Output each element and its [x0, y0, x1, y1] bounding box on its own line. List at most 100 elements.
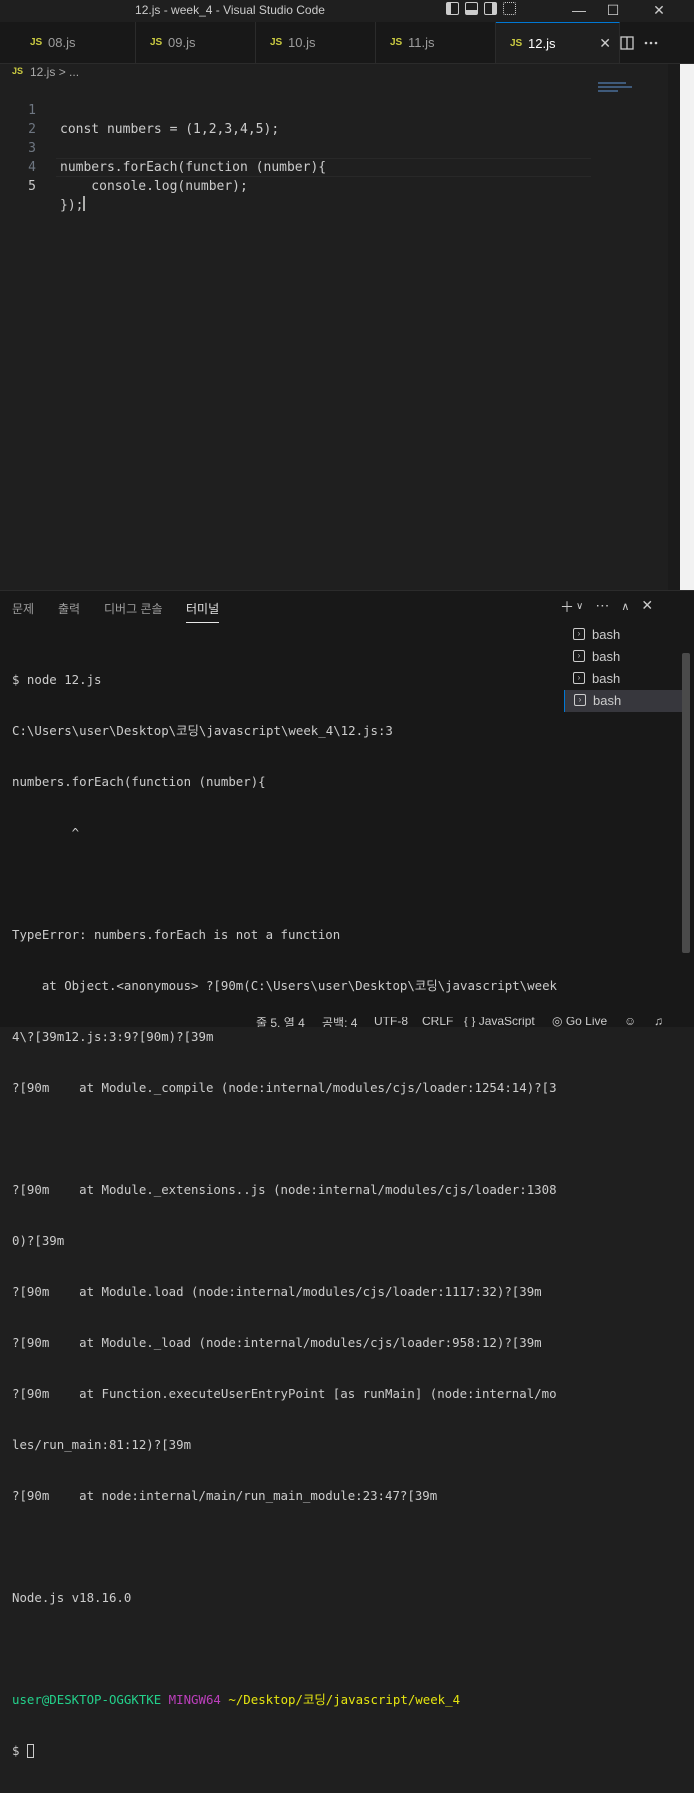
terminal-item-label: bash: [592, 671, 621, 686]
bottom-panel: 문제 출력 디버그 콘솔 터미널 ＋ ∨ ⋯ ∧ ✕ $ node 12.js …: [0, 590, 694, 1758]
braces-icon: { }: [464, 1017, 476, 1027]
terminal-icon: ›: [573, 628, 585, 640]
javascript-file-icon: JS: [510, 38, 523, 49]
go-live-button[interactable]: ◎ Go Live: [552, 1017, 607, 1027]
cursor-position[interactable]: 줄 5, 열 4: [256, 1017, 305, 1027]
terminal-item[interactable]: › bash: [564, 690, 682, 712]
code-line-text: console.log(number);: [60, 179, 248, 194]
broadcast-icon: ◎: [552, 1017, 563, 1027]
terminal-input-line[interactable]: $: [12, 1742, 557, 1759]
terminal-line: ?[90m at Module._load (node:internal/mod…: [12, 1335, 542, 1350]
prompt-symbol: $: [12, 1743, 20, 1758]
terminal-line: les/run_main:81:12)?[39m: [12, 1437, 192, 1452]
code-line-text: });: [60, 196, 86, 215]
prompt-path: ~/Desktop/코딩/javascript/week_4: [228, 1692, 461, 1707]
terminal-line: 4\?[39m12.js:3:9?[90m)?[39m: [12, 1029, 214, 1044]
feedback-icon[interactable]: ☺: [624, 1017, 636, 1027]
terminal-item-label: bash: [593, 693, 622, 708]
indentation[interactable]: 공백: 4: [322, 1017, 357, 1027]
terminal-line: at Object.<anonymous> ?[90m(C:\Users\use…: [12, 978, 557, 993]
terminal-line: ?[90m at Module._compile (node:internal/…: [12, 1080, 557, 1095]
code-line: 3 numbers.forEach(function (number){: [0, 120, 600, 175]
background-window-edge: [680, 64, 694, 590]
more-actions-icon[interactable]: [644, 36, 658, 50]
tab-09-js[interactable]: JS 09.js: [136, 22, 256, 63]
breadcrumb: JS 12.js > ...: [0, 64, 680, 82]
language-label: JavaScript: [478, 1017, 535, 1027]
javascript-file-icon: JS: [12, 66, 24, 76]
terminal-line: 0)?[39m: [12, 1233, 65, 1248]
editor-tabs: JS 08.js JS 09.js JS 10.js JS 11.js JS 1…: [0, 22, 694, 64]
title-bar: 12.js - week_4 - Visual Studio Code — ☐ …: [0, 0, 694, 22]
javascript-file-icon: JS: [390, 37, 403, 48]
prompt-user-host: user@DESKTOP-OGGKTKE: [12, 1692, 162, 1707]
code-line: 5 });: [0, 158, 600, 213]
javascript-file-icon: JS: [150, 37, 163, 48]
tab-problems[interactable]: 문제: [12, 600, 34, 617]
toggle-panel-icon[interactable]: [465, 2, 478, 15]
terminal-item-label: bash: [592, 649, 621, 664]
terminal-list: › bash › bash › bash › bash: [564, 624, 682, 712]
terminal-item[interactable]: › bash: [564, 668, 682, 690]
window-title: 12.js - week_4 - Visual Studio Code: [135, 3, 325, 17]
terminal-line: ?[90m at Module.load (node:internal/modu…: [12, 1284, 542, 1299]
tab-10-js[interactable]: JS 10.js: [256, 22, 376, 63]
code-line-text-value: });: [60, 198, 84, 213]
tab-output[interactable]: 출력: [58, 600, 80, 617]
notifications-icon[interactable]: ♫: [654, 1017, 663, 1027]
javascript-file-icon: JS: [270, 37, 283, 48]
close-panel-icon[interactable]: ✕: [641, 597, 653, 617]
terminal-line: C:\Users\user\Desktop\코딩\javascript\week…: [12, 723, 393, 738]
terminal-item[interactable]: › bash: [564, 624, 682, 646]
toggle-primary-sidebar-icon[interactable]: [446, 2, 459, 15]
go-live-label: Go Live: [565, 1017, 608, 1027]
panel-actions: ＋ ∨ ⋯ ∧ ✕: [560, 597, 653, 617]
terminal-cursor: [26, 1744, 34, 1758]
terminal-line: Node.js v18.16.0: [12, 1590, 132, 1605]
new-terminal-icon[interactable]: ＋: [560, 597, 574, 617]
maximize-panel-icon[interactable]: ∧: [621, 597, 629, 617]
code-editor[interactable]: 1 const numbers = (1,2,3,4,5); 2 3 numbe…: [0, 82, 680, 590]
terminal-item-label: bash: [592, 627, 621, 642]
editor-actions: [620, 22, 658, 63]
maximize-button[interactable]: ☐: [590, 0, 636, 22]
chevron-down-icon[interactable]: ∨: [576, 597, 583, 617]
tab-label: 12.js: [528, 36, 556, 51]
text-cursor: [83, 196, 86, 211]
prompt-system: MINGW64: [168, 1692, 221, 1707]
split-editor-icon[interactable]: [620, 35, 634, 50]
breadcrumb-file-label: 12.js: [30, 65, 56, 79]
close-tab-icon[interactable]: ✕: [599, 23, 611, 64]
tab-label: 09.js: [168, 35, 196, 50]
terminal-prompt: user@DESKTOP-OGGKTKE MINGW64 ~/Desktop/코…: [12, 1691, 557, 1708]
editor-scrollbar[interactable]: [668, 64, 680, 590]
customize-layout-icon[interactable]: [503, 2, 516, 15]
code-line: 1 const numbers = (1,2,3,4,5);: [0, 82, 600, 137]
terminal-item[interactable]: › bash: [564, 646, 682, 668]
close-window-button[interactable]: ✕: [636, 0, 682, 22]
encoding[interactable]: UTF-8: [374, 1017, 408, 1027]
toggle-secondary-sidebar-icon[interactable]: [484, 2, 497, 15]
status-bar: 줄 5, 열 4 공백: 4 UTF-8 CRLF { } JavaScript…: [0, 1017, 694, 1027]
terminal-icon: ›: [574, 694, 586, 706]
tab-08-js[interactable]: JS 08.js: [16, 22, 136, 63]
tab-11-js[interactable]: JS 11.js: [376, 22, 496, 63]
terminal-output[interactable]: $ node 12.js C:\Users\user\Desktop\코딩\ja…: [12, 637, 557, 1793]
minimap[interactable]: [598, 82, 638, 92]
tab-12-js[interactable]: JS 12.js ✕: [496, 22, 620, 63]
language-mode[interactable]: { } JavaScript: [464, 1017, 535, 1027]
more-actions-icon[interactable]: ⋯: [595, 597, 609, 617]
terminal-line: numbers.forEach(function (number){: [12, 774, 266, 789]
code-line: 2: [0, 101, 600, 137]
tab-debug-console[interactable]: 디버그 콘솔: [104, 600, 163, 617]
line-ending[interactable]: CRLF: [422, 1017, 453, 1027]
breadcrumb-file[interactable]: 12.js > ...: [30, 65, 79, 79]
terminal-line: $ node 12.js: [12, 672, 102, 687]
tab-terminal[interactable]: 터미널: [186, 600, 220, 623]
terminal-line: ?[90m at Module._extensions..js (node:in…: [12, 1182, 557, 1197]
terminal-scrollbar[interactable]: [682, 653, 690, 953]
code-line: 4 console.log(number);: [0, 139, 600, 194]
